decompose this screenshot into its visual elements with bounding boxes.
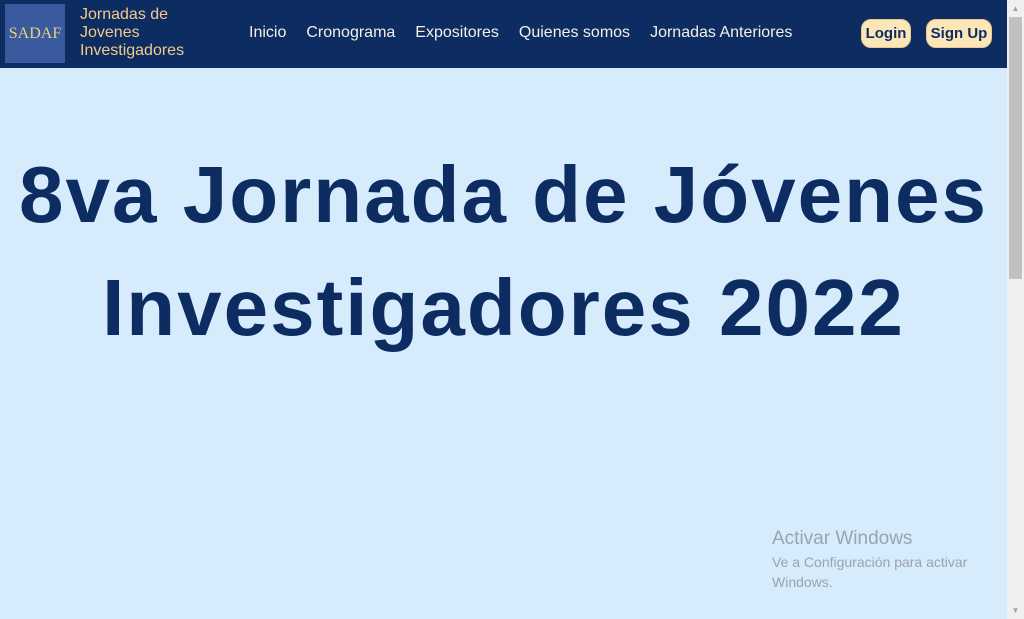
watermark-title: Activar Windows	[772, 528, 913, 549]
login-button[interactable]: Login	[861, 19, 911, 48]
scroll-up-icon[interactable]: ▲	[1007, 0, 1024, 17]
sadaf-logo[interactable]: SADAF	[5, 4, 65, 63]
site-title[interactable]: Jornadas de Jovenes Investigadores	[80, 6, 210, 60]
scroll-down-icon[interactable]: ▼	[1007, 602, 1024, 619]
nav-link-expositores[interactable]: Expositores	[415, 24, 499, 42]
hero-title: 8va Jornada de Jóvenes Investigadores 20…	[19, 150, 988, 352]
scrollbar-thumb[interactable]	[1009, 17, 1022, 279]
top-navbar: SADAF Jornadas de Jovenes Investigadores…	[0, 0, 1007, 68]
nav-link-inicio[interactable]: Inicio	[249, 24, 286, 42]
nav-link-quienes-somos[interactable]: Quienes somos	[519, 24, 630, 42]
nav-link-jornadas-anteriores[interactable]: Jornadas Anteriores	[650, 24, 792, 42]
nav-link-cronograma[interactable]: Cronograma	[306, 24, 395, 42]
vertical-scrollbar[interactable]: ▲ ▼	[1007, 0, 1024, 619]
watermark-subtitle: Ve a Configuración para activar Windows.	[772, 554, 968, 590]
windows-activation-watermark: Activar Windows Ve a Configuración para …	[772, 528, 992, 592]
nav-links: Inicio Cronograma Expositores Quienes so…	[249, 0, 812, 65]
signup-button[interactable]: Sign Up	[926, 19, 992, 48]
logo-text: SADAF	[8, 24, 62, 42]
